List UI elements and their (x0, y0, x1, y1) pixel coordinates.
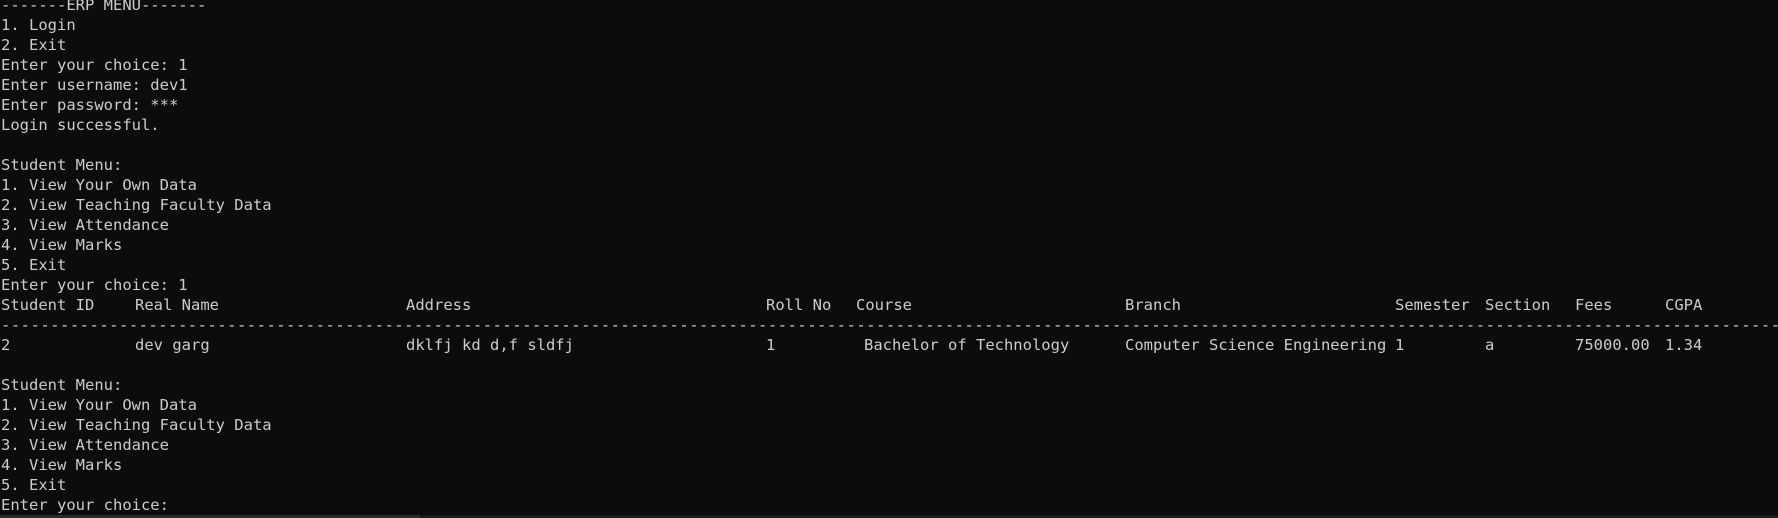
cell-address: dklfj kd d,f sldfj (406, 336, 574, 354)
cell-branch: Computer Science Engineering (1125, 336, 1387, 354)
student-menu-item: 4. View Marks (1, 456, 123, 474)
column-header-address: Address (406, 296, 472, 314)
student-menu-item: 3. View Attendance (1, 216, 169, 234)
cell-student-id: 2 (1, 336, 11, 354)
column-header-section: Section (1485, 296, 1551, 314)
student-menu-item: 5. Exit (1, 256, 67, 274)
cell-semester: 1 (1395, 336, 1405, 354)
menu-item-exit: 2. Exit (1, 36, 67, 54)
choice-input-prompt[interactable]: Enter your choice: (1, 495, 1778, 515)
student-menu-item: 2. View Teaching Faculty Data (1, 416, 272, 434)
cell-real-name: dev garg (135, 336, 210, 354)
column-header-branch: Branch (1125, 296, 1181, 314)
column-header-course: Course (856, 296, 912, 314)
table-row: 2 dev garg dklfj kd d,f sldfj 1 Bachelor… (1, 335, 1778, 355)
column-header-fees: Fees (1575, 296, 1613, 314)
cell-fees: 75000.00 (1575, 336, 1650, 354)
student-menu-item: 1. View Your Own Data (1, 396, 197, 414)
table-header-row: Student ID Real Name Address Roll No Cou… (1, 295, 1778, 315)
cell-section: a (1485, 336, 1495, 354)
password-prompt: Enter password: *** (1, 96, 179, 114)
student-menu-item: 3. View Attendance (1, 436, 169, 454)
student-menu-item: 4. View Marks (1, 236, 123, 254)
student-menu-item: 5. Exit (1, 476, 67, 494)
erp-menu-header: -------ERP MENU------- (1, 0, 207, 14)
column-header-roll-no: Roll No (766, 296, 832, 314)
cell-roll-no: 1 (766, 336, 776, 354)
column-header-student-id: Student ID (1, 296, 95, 314)
cell-course: Bachelor of Technology (864, 336, 1070, 354)
student-menu-title: Student Menu: (1, 376, 123, 394)
terminal-window[interactable]: -------ERP MENU------- 1. Login 2. Exit … (0, 0, 1778, 518)
student-menu-item: 2. View Teaching Faculty Data (1, 196, 272, 214)
choice-prompt: Enter your choice: 1 (1, 276, 188, 294)
column-header-semester: Semester (1395, 296, 1470, 314)
column-header-real-name: Real Name (135, 296, 219, 314)
table-divider: ----------------------------------------… (1, 315, 1778, 335)
cell-cgpa: 1.34 (1665, 336, 1703, 354)
student-menu-item: 1. View Your Own Data (1, 176, 197, 194)
divider-dashes: ----------------------------------------… (1, 316, 1778, 334)
login-status: Login successful. (1, 116, 160, 134)
menu-item-login: 1. Login (1, 16, 76, 34)
student-menu-title: Student Menu: (1, 156, 123, 174)
username-prompt: Enter username: dev1 (1, 76, 188, 94)
column-header-cgpa: CGPA (1665, 296, 1703, 314)
choice-prompt: Enter your choice: 1 (1, 56, 188, 74)
